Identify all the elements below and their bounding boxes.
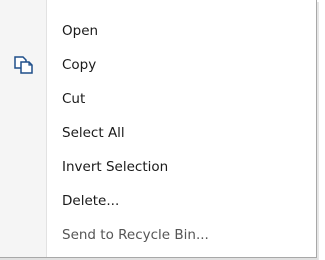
menu-item-delete[interactable]: Delete... <box>0 184 316 217</box>
menu-item-invert-selection[interactable]: Invert Selection <box>0 150 316 183</box>
menu-item-label: Cut <box>62 90 86 107</box>
menu-item-send-to-recycle-bin[interactable]: Send to Recycle Bin... <box>0 218 316 251</box>
recycle-bin-icon-slot <box>0 218 47 251</box>
context-menu: Open Copy Cut Select All Invert Selectio… <box>0 0 317 258</box>
select-all-icon-slot <box>0 116 47 149</box>
menu-item-label: Select All <box>62 124 125 141</box>
menu-item-label: Invert Selection <box>62 158 169 175</box>
menu-item-label: Send to Recycle Bin... <box>62 226 209 243</box>
open-icon-slot <box>0 14 47 47</box>
menu-item-label: Delete... <box>62 192 120 209</box>
copy-icon <box>0 48 47 81</box>
invert-selection-icon-slot <box>0 150 47 183</box>
cut-icon-slot <box>0 82 47 115</box>
menu-shadow-right <box>317 2 319 260</box>
delete-icon-slot <box>0 184 47 217</box>
menu-item-cut[interactable]: Cut <box>0 82 316 115</box>
menu-item-label: Copy <box>62 56 97 73</box>
menu-item-select-all[interactable]: Select All <box>0 116 316 149</box>
menu-item-copy[interactable]: Copy <box>0 48 316 81</box>
menu-item-open[interactable]: Open <box>0 14 316 47</box>
menu-item-label: Open <box>62 22 99 39</box>
